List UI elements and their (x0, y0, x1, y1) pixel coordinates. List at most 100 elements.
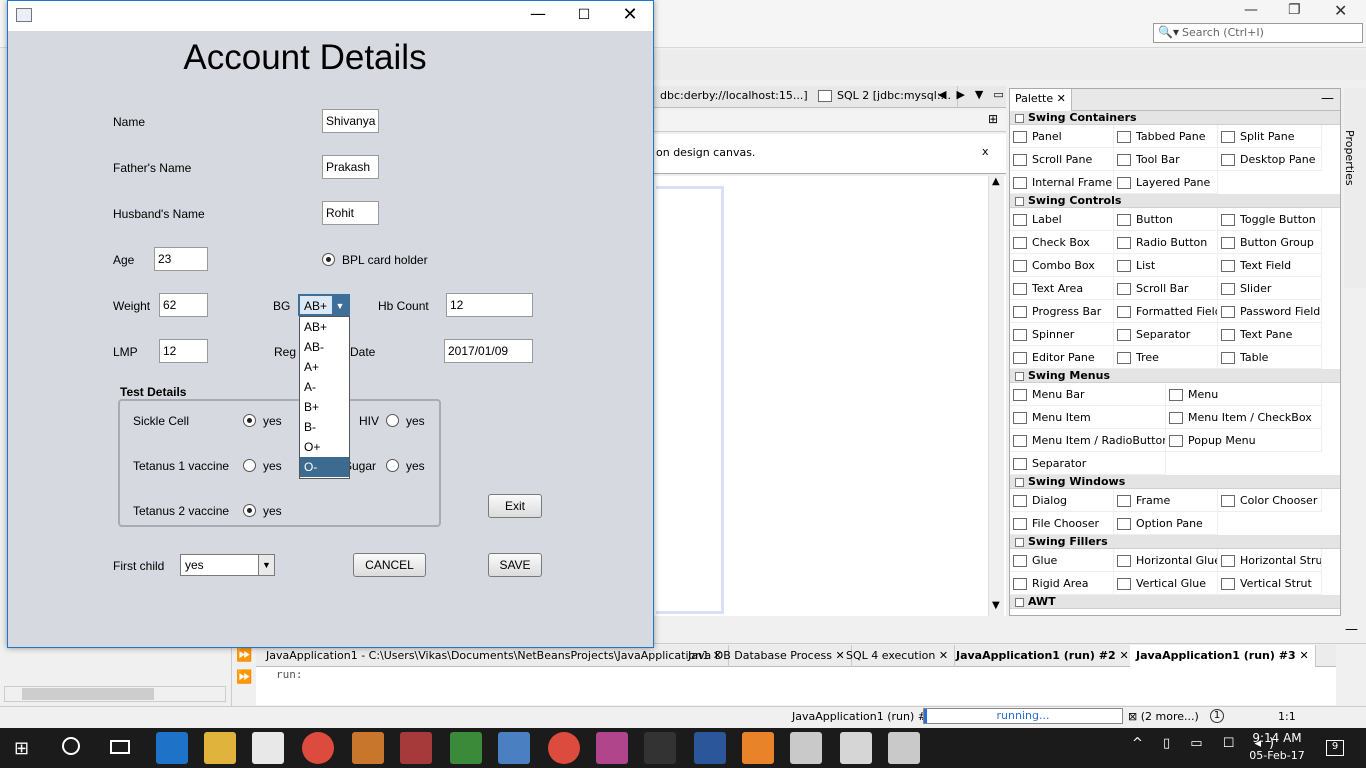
virtualbox-icon[interactable] (498, 732, 530, 764)
mysql-icon[interactable] (644, 732, 676, 764)
ide-close-button[interactable]: ✕ (1334, 1, 1347, 20)
maximize-panel-icon[interactable]: ⊞ (988, 112, 998, 126)
bg-option[interactable]: AB+ (300, 317, 349, 337)
sickle-yes-radio[interactable] (243, 414, 256, 427)
palette-category[interactable]: Swing Fillers (1010, 535, 1340, 549)
palette-item[interactable]: Frame (1114, 489, 1218, 512)
output-tab-javadb[interactable]: Java DB Database Process ✕ (682, 645, 852, 667)
palette-category[interactable]: Swing Windows (1010, 475, 1340, 489)
scroll-up-icon[interactable]: ▲ (992, 176, 1000, 187)
palette-item[interactable]: Desktop Pane (1218, 148, 1322, 171)
task-view-icon[interactable] (110, 740, 130, 754)
palette-category[interactable]: Swing Controls (1010, 194, 1340, 208)
chevron-down-icon[interactable]: ▼ (258, 555, 274, 575)
palette-item[interactable]: Table (1218, 346, 1322, 369)
palette-item[interactable]: Horizontal Strut (1218, 549, 1322, 572)
close-message-icon[interactable]: x (982, 145, 989, 158)
palette-item[interactable]: Scroll Bar (1114, 277, 1218, 300)
palette-item[interactable]: Tree (1114, 346, 1218, 369)
palette-item[interactable]: Dialog (1010, 489, 1114, 512)
palette-item[interactable]: Panel (1010, 125, 1114, 148)
sugar-yes-radio[interactable] (386, 459, 399, 472)
edge-icon[interactable] (156, 732, 188, 764)
palette-item[interactable]: Horizontal Glue (1114, 549, 1218, 572)
palette-item[interactable]: Rigid Area (1010, 572, 1114, 595)
lmp-field[interactable]: 12 (159, 339, 208, 363)
cortana-icon[interactable] (62, 737, 80, 755)
tetanus2-yes-radio[interactable] (243, 504, 256, 517)
husband-name-field[interactable]: Rohit (322, 201, 379, 225)
palette-item[interactable]: Menu Bar (1010, 383, 1166, 406)
palette-item[interactable]: Tabbed Pane (1114, 125, 1218, 148)
chrome-icon[interactable] (302, 732, 334, 764)
palette-item[interactable]: Vertical Glue (1114, 572, 1218, 595)
reg-date-field[interactable]: 2017/01/09 (444, 339, 533, 363)
output-console[interactable] (256, 667, 1336, 705)
exit-button[interactable]: Exit (488, 494, 542, 518)
output-tab-run3[interactable]: JavaApplication1 (run) #3 ✕ (1130, 645, 1316, 667)
editor-vertical-scrollbar[interactable]: ▲ ▼ (988, 176, 1004, 616)
bg-option[interactable]: AB- (300, 337, 349, 357)
bg-option[interactable]: O+ (300, 437, 349, 457)
rerun-different-icon[interactable]: ⏩ (236, 670, 252, 685)
palette-minimize-icon[interactable]: — (1321, 91, 1334, 106)
palette-item[interactable]: Color Chooser (1218, 489, 1322, 512)
hb-count-field[interactable]: 12 (446, 293, 533, 317)
bg-option[interactable]: O- (300, 457, 349, 477)
maximize-button[interactable]: ☐ (572, 4, 596, 26)
palette-item[interactable]: Combo Box (1010, 254, 1114, 277)
palette-tab[interactable]: Palette ✕ (1010, 89, 1072, 111)
palette-item[interactable]: Radio Button (1114, 231, 1218, 254)
bpl-radio[interactable] (322, 253, 335, 266)
close-button[interactable]: ✕ (618, 4, 642, 26)
palette-item[interactable]: Toggle Button (1218, 208, 1322, 231)
bg-option[interactable]: B- (300, 417, 349, 437)
palette-item[interactable]: Option Pane (1114, 512, 1218, 535)
palette-item[interactable]: Text Area (1010, 277, 1114, 300)
palette-item[interactable]: Internal Frame (1010, 171, 1114, 194)
palette-item[interactable]: List (1114, 254, 1218, 277)
palette-item[interactable]: Text Field (1218, 254, 1322, 277)
palette-item[interactable]: Editor Pane (1010, 346, 1114, 369)
editor-tab-derby[interactable]: dbc:derby://localhost:15...] ✕ (654, 86, 828, 107)
notification-icon[interactable]: 1 (1210, 709, 1224, 723)
bg-option[interactable]: A+ (300, 357, 349, 377)
palette-item[interactable]: Separator (1114, 323, 1218, 346)
properties-tab[interactable]: Properties (1343, 130, 1356, 186)
palette-category[interactable]: AWT (1010, 595, 1340, 609)
ide-search-input[interactable]: 🔍▾ Search (Ctrl+I) (1153, 23, 1363, 43)
clock-time[interactable]: 9:14 AM (1252, 731, 1302, 745)
palette-item[interactable]: Slider (1218, 277, 1322, 300)
palette-category[interactable]: Swing Containers (1010, 111, 1340, 125)
store-icon[interactable] (252, 732, 284, 764)
word-icon[interactable] (694, 732, 726, 764)
app-diamond-icon[interactable] (596, 732, 628, 764)
editor-tab-nav-icons[interactable]: ◀▶▼▭ (938, 88, 1014, 101)
output-tab-project[interactable]: JavaApplication1 - C:\Users\Vikas\Docume… (260, 645, 729, 667)
father-name-field[interactable]: Prakash (322, 155, 379, 179)
palette-item[interactable]: Layered Pane (1114, 171, 1218, 194)
bg-option[interactable]: B+ (300, 397, 349, 417)
palette-item[interactable]: Split Pane (1218, 125, 1322, 148)
palette-item[interactable]: Password Field (1218, 300, 1322, 323)
java-2-icon[interactable] (840, 732, 872, 764)
palette-item[interactable]: Separator (1010, 452, 1166, 475)
first-child-select[interactable]: yes ▼ (180, 554, 275, 576)
chevron-down-icon[interactable]: ▼ (332, 296, 348, 316)
java-3-icon[interactable] (888, 732, 920, 764)
palette-item[interactable]: Label (1010, 208, 1114, 231)
name-field[interactable]: Shivanya (322, 109, 379, 133)
action-center-icon[interactable]: 9 (1326, 740, 1344, 756)
status-progress-bar[interactable]: running... (923, 708, 1123, 724)
palette-item[interactable]: Spinner (1010, 323, 1114, 346)
hiv-yes-radio[interactable] (386, 414, 399, 427)
chrome-2-icon[interactable] (548, 732, 580, 764)
palette-item[interactable]: Check Box (1010, 231, 1114, 254)
palette-item[interactable]: Scroll Pane (1010, 148, 1114, 171)
status-more-tasks[interactable]: ⊠ (2 more...) (1128, 710, 1199, 723)
bg-option[interactable]: A- (300, 377, 349, 397)
file-explorer-icon[interactable] (204, 732, 236, 764)
palette-item[interactable]: Menu Item / RadioButton (1010, 429, 1166, 452)
weight-field[interactable]: 62 (159, 293, 208, 317)
palette-item[interactable]: Menu (1166, 383, 1322, 406)
